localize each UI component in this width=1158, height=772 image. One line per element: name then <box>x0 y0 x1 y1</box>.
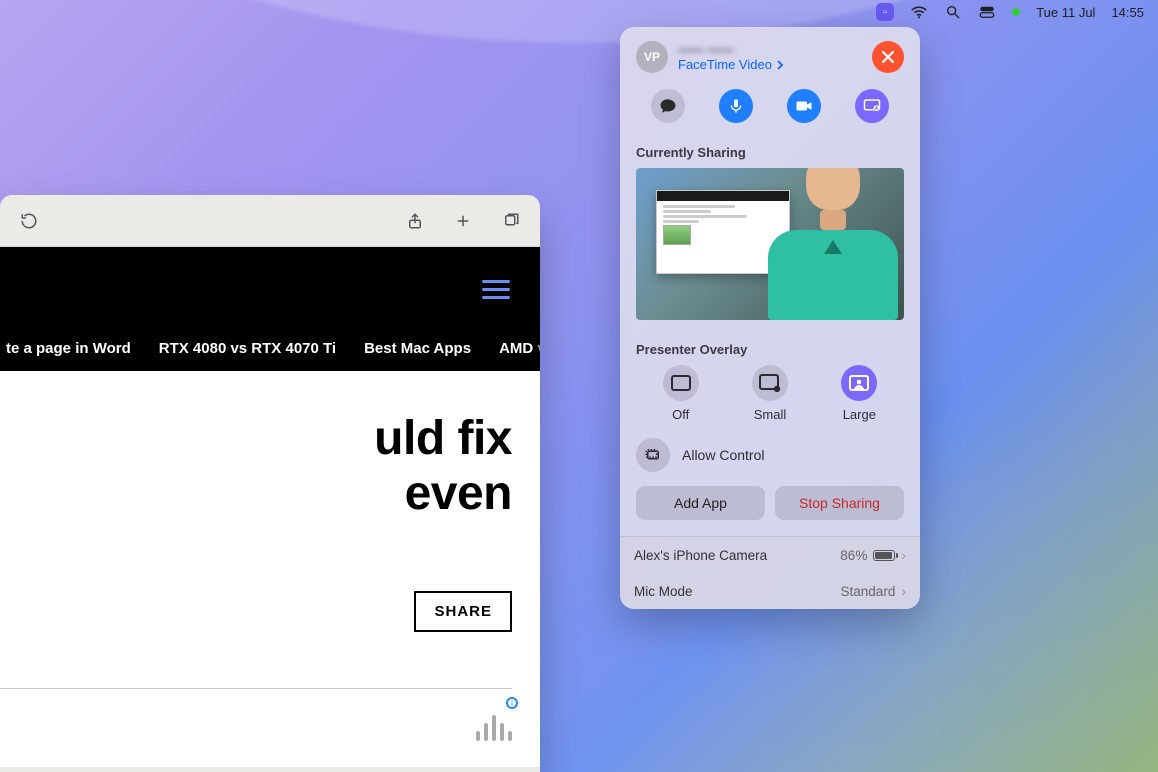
camera-button[interactable] <box>787 89 821 123</box>
mic-mode-row[interactable]: Mic Mode Standard › <box>620 573 920 609</box>
new-tab-button[interactable] <box>448 206 478 236</box>
wifi-icon[interactable] <box>910 3 928 21</box>
mute-button[interactable] <box>719 89 753 123</box>
battery-icon <box>873 550 895 561</box>
stop-sharing-button[interactable]: Stop Sharing <box>775 486 904 520</box>
tag-link[interactable]: te a page in Word <box>6 340 131 357</box>
rect-large-head-icon <box>849 375 869 391</box>
control-center-icon[interactable] <box>978 3 996 21</box>
presenter-silhouette <box>768 168 898 320</box>
messages-button[interactable] <box>651 89 685 123</box>
site-header <box>0 247 540 332</box>
share-button[interactable] <box>400 206 430 236</box>
panel-action-row <box>620 79 920 141</box>
overlay-small-option[interactable]: Small <box>752 365 788 422</box>
overlay-small-label: Small <box>754 407 787 422</box>
camera-source-row[interactable]: Alex's iPhone Camera 86% › <box>620 537 920 573</box>
chevron-right-icon: › <box>901 583 906 599</box>
avatar[interactable]: VP <box>636 41 668 73</box>
audio-indicator-icon[interactable]: i <box>476 715 512 741</box>
overlay-large-label: Large <box>843 407 876 422</box>
overlay-off-option[interactable]: Off <box>663 365 699 422</box>
currently-sharing-label: Currently Sharing <box>620 141 920 168</box>
rect-icon <box>671 375 691 391</box>
status-dot-icon <box>1012 8 1020 16</box>
presenter-overlay-options: Off Small Large <box>620 365 920 428</box>
battery-percent: 86% <box>840 548 867 563</box>
article-headline: uld fix even <box>0 411 512 521</box>
allow-control-label: Allow Control <box>682 447 764 463</box>
video-camera-icon <box>795 97 813 115</box>
tab-overview-button[interactable] <box>496 206 526 236</box>
panel-bottom: Alex's iPhone Camera 86% › Mic Mode Stan… <box>620 536 920 609</box>
article-share-button[interactable]: SHARE <box>414 591 512 632</box>
mic-mode-label: Mic Mode <box>634 584 693 599</box>
safari-window: te a page in Word RTX 4080 vs RTX 4070 T… <box>0 195 540 772</box>
article-content: uld fix even SHARE i <box>0 371 540 767</box>
tag-link[interactable]: AMD vs In <box>499 340 540 357</box>
rect-small-head-icon <box>759 374 781 392</box>
panel-header: VP —— —— FaceTime Video <box>620 27 920 79</box>
close-icon <box>881 50 895 64</box>
menubar-date[interactable]: Tue 11 Jul <box>1036 5 1095 20</box>
info-icon[interactable]: i <box>506 697 518 709</box>
microphone-icon <box>728 98 744 114</box>
spotlight-search-icon[interactable] <box>944 3 962 21</box>
close-button[interactable] <box>872 41 904 73</box>
reload-button[interactable] <box>14 206 44 236</box>
allow-control-icon <box>636 438 670 472</box>
screenshare-menu-icon[interactable] <box>876 3 894 21</box>
contact-name: —— —— <box>678 42 862 57</box>
site-tagbar: te a page in Word RTX 4080 vs RTX 4070 T… <box>0 332 540 371</box>
tag-link[interactable]: RTX 4080 vs RTX 4070 Ti <box>159 340 336 357</box>
camera-source-label: Alex's iPhone Camera <box>634 548 767 563</box>
presenter-overlay-label: Presenter Overlay <box>620 338 920 365</box>
menubar-time[interactable]: 14:55 <box>1111 5 1144 20</box>
overlay-large-option[interactable]: Large <box>841 365 877 422</box>
add-app-button[interactable]: Add App <box>636 486 765 520</box>
share-preview[interactable] <box>636 168 904 320</box>
panel-buttons-row: Add App Stop Sharing <box>620 486 920 536</box>
hamburger-menu-icon[interactable] <box>482 280 510 299</box>
screenshare-button[interactable] <box>855 89 889 123</box>
tag-link[interactable]: Best Mac Apps <box>364 340 471 357</box>
chevron-right-icon: › <box>901 547 906 563</box>
safari-toolbar <box>0 195 540 247</box>
menubar: Tue 11 Jul 14:55 <box>0 0 1158 24</box>
facetime-panel: VP —— —— FaceTime Video Currently Sharin… <box>620 27 920 609</box>
screenshare-icon <box>863 97 881 115</box>
facetime-subtitle[interactable]: FaceTime Video <box>678 57 862 72</box>
allow-control-row[interactable]: Allow Control <box>620 428 920 486</box>
chevron-right-icon <box>776 60 784 70</box>
mic-mode-value: Standard <box>841 584 896 599</box>
overlay-off-label: Off <box>672 407 689 422</box>
chat-bubble-icon <box>659 97 677 115</box>
